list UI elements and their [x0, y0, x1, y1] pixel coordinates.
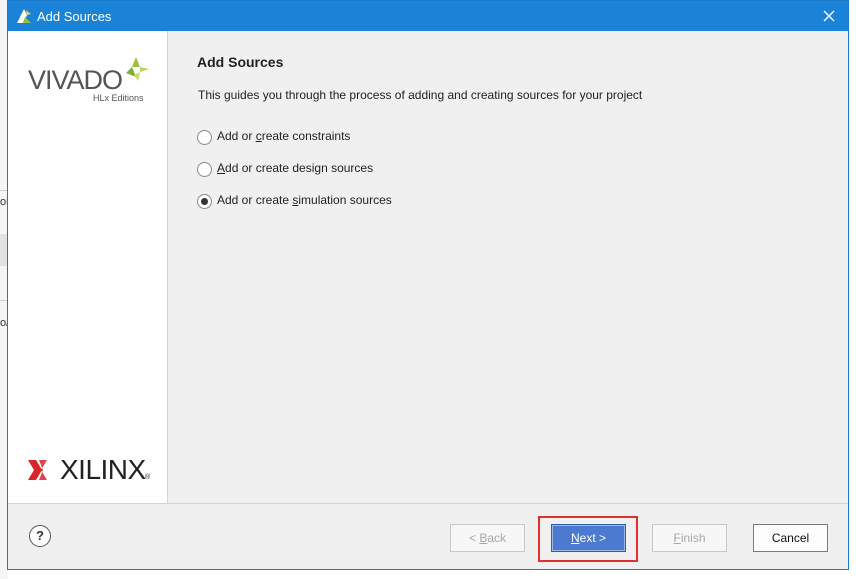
close-icon[interactable] — [814, 1, 844, 31]
registered-mark: ® — [145, 474, 151, 481]
xilinx-logo-text: XILINX — [60, 454, 146, 485]
radio-button[interactable] — [197, 162, 212, 177]
page-description: This guides you through the process of a… — [198, 88, 643, 102]
option-label: Add or create design sources — [217, 161, 374, 175]
page-heading: Add Sources — [197, 54, 284, 70]
xilinx-logo-icon — [28, 460, 47, 480]
vivado-logo-text: VIVADO — [28, 65, 123, 95]
wizard-content: Add Sources This guides you through the … — [169, 31, 848, 503]
vivado-app-icon — [17, 9, 31, 23]
help-button[interactable]: ? — [29, 525, 51, 547]
back-button[interactable]: < Back — [450, 524, 525, 552]
finish-button[interactable]: Finish — [652, 524, 727, 552]
dialog-footer: ? < Back Next > Finish Cancel — [8, 503, 848, 569]
title-bar: Add Sources — [8, 1, 848, 31]
radio-selected-dot — [201, 198, 208, 205]
add-sources-dialog: Add Sources VIVADO HLx Editions XILINX ®… — [7, 0, 849, 570]
edition-label: HLx Editions — [93, 93, 144, 103]
cancel-button[interactable]: Cancel — [753, 524, 828, 552]
option-label: Add or create constraints — [217, 129, 351, 143]
branding-sidebar: VIVADO HLx Editions XILINX ® — [8, 31, 168, 503]
window-title: Add Sources — [37, 9, 112, 24]
radio-button-selected[interactable] — [197, 194, 212, 209]
next-button[interactable]: Next > — [551, 524, 626, 552]
vivado-leaf-icon — [126, 57, 149, 81]
option-label: Add or create simulation sources — [217, 193, 392, 207]
radio-button[interactable] — [197, 130, 212, 145]
